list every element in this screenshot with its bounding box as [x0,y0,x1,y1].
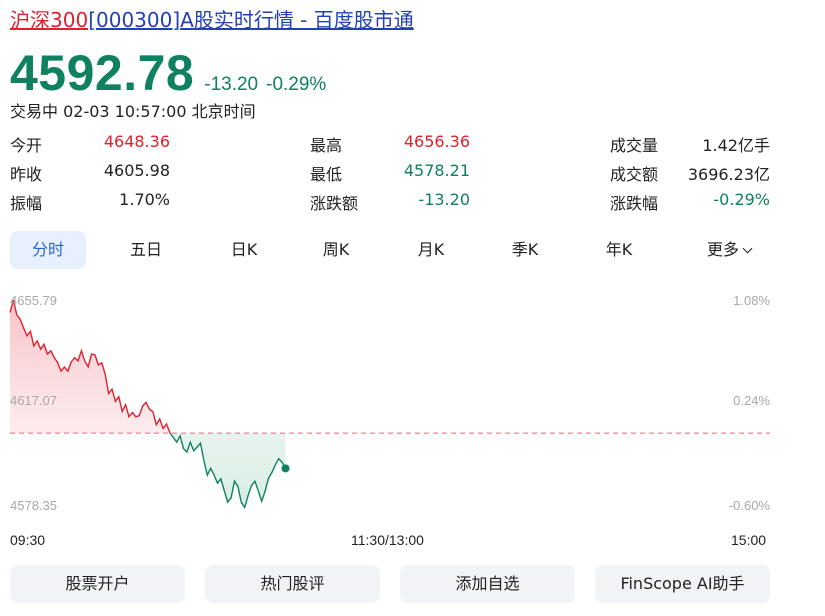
y-label-left-low: 4578.35 [10,498,57,513]
open-account-button[interactable]: 股票开户 [10,565,185,603]
last-price-dot [281,464,290,473]
trading-status: 交易中 02-03 10:57:00 北京时间 [10,102,256,121]
y-label-right-mid: 0.24% [733,393,770,408]
tab-quarterly-k[interactable]: 季K [487,231,563,269]
stat-label-open: 今开 [10,136,43,155]
stat-label-low: 最低 [310,165,343,184]
stat-label-change-rate: 涨跌幅 [610,194,659,213]
finscope-ai-button[interactable]: FinScope AI助手 [595,565,770,603]
action-bar: 股票开户 热门股评 添加自选 FinScope AI助手 [10,565,770,603]
tab-monthly-k[interactable]: 月K [393,231,469,269]
stat-label-high: 最高 [310,136,343,155]
index-name-link[interactable]: 沪深300 [10,8,88,32]
intraday-chart[interactable]: 4655.79 4617.07 4578.35 1.08% 0.24% -0.6… [0,285,825,550]
stat-value-volume: 1.42亿手 [702,136,770,155]
y-label-left-high: 4655.79 [10,293,57,308]
stat-label-prev-close: 昨收 [10,165,43,184]
tab-daily-k[interactable]: 日K [206,231,282,269]
tab-yearly-k[interactable]: 年K [581,231,657,269]
price-change-pct: -0.29% [266,74,327,95]
stats-table: 今开 4648.36 最高 4656.36 成交量 1.42亿手 昨收 4605… [10,132,770,219]
stats-row: 昨收 4605.98 最低 4578.21 成交额 3696.23亿 [10,161,770,190]
stat-label-turnover: 成交额 [610,165,659,184]
page-title-link[interactable]: A股实时行情 - 百度股市通 [180,8,414,32]
tab-weekly-k[interactable]: 周K [298,231,374,269]
stat-value-change-amount: -13.20 [418,190,470,209]
quote-header: 4592.78 -13.20 -0.29% [10,44,326,102]
time-label-close: 15:00 [731,532,767,548]
stat-value-amplitude: 1.70% [119,190,170,209]
y-label-right-low: -0.60% [729,498,771,513]
stats-row: 振幅 1.70% 涨跌额 -13.20 涨跌幅 -0.29% [10,190,770,219]
tab-more[interactable]: 更多 [688,231,770,269]
tab-intraday[interactable]: 分时 [10,231,86,269]
time-label-midday: 11:30/13:00 [351,532,424,548]
stat-label-change-amount: 涨跌额 [310,194,359,213]
tab-more-label: 更多 [706,240,739,259]
y-label-right-high: 1.08% [733,293,770,308]
time-label-open: 09:30 [10,532,46,548]
tab-five-day[interactable]: 五日 [108,231,184,269]
index-code-link[interactable]: [000300] [88,8,180,32]
stat-value-prev-close: 4605.98 [103,161,170,180]
stat-value-low: 4578.21 [403,161,470,180]
stat-value-open: 4648.36 [103,132,170,151]
y-label-left-mid: 4617.07 [10,393,57,408]
stat-label-amplitude: 振幅 [10,194,43,213]
stats-row: 今开 4648.36 最高 4656.36 成交量 1.42亿手 [10,132,770,161]
chevron-down-icon [742,243,753,254]
chart-period-tabs: 分时 五日 日K 周K 月K 季K 年K 更多 [10,231,770,269]
hot-comments-button[interactable]: 热门股评 [205,565,380,603]
add-watchlist-button[interactable]: 添加自选 [400,565,575,603]
current-price: 4592.78 [10,45,195,101]
page-title[interactable]: 沪深300[000300]A股实时行情 - 百度股市通 [10,6,414,34]
stat-value-change-rate: -0.29% [713,190,770,209]
stat-value-high: 4656.36 [403,132,470,151]
stat-label-volume: 成交量 [610,136,659,155]
stat-value-turnover: 3696.23亿 [687,165,770,184]
price-change: -13.20 [204,74,259,95]
